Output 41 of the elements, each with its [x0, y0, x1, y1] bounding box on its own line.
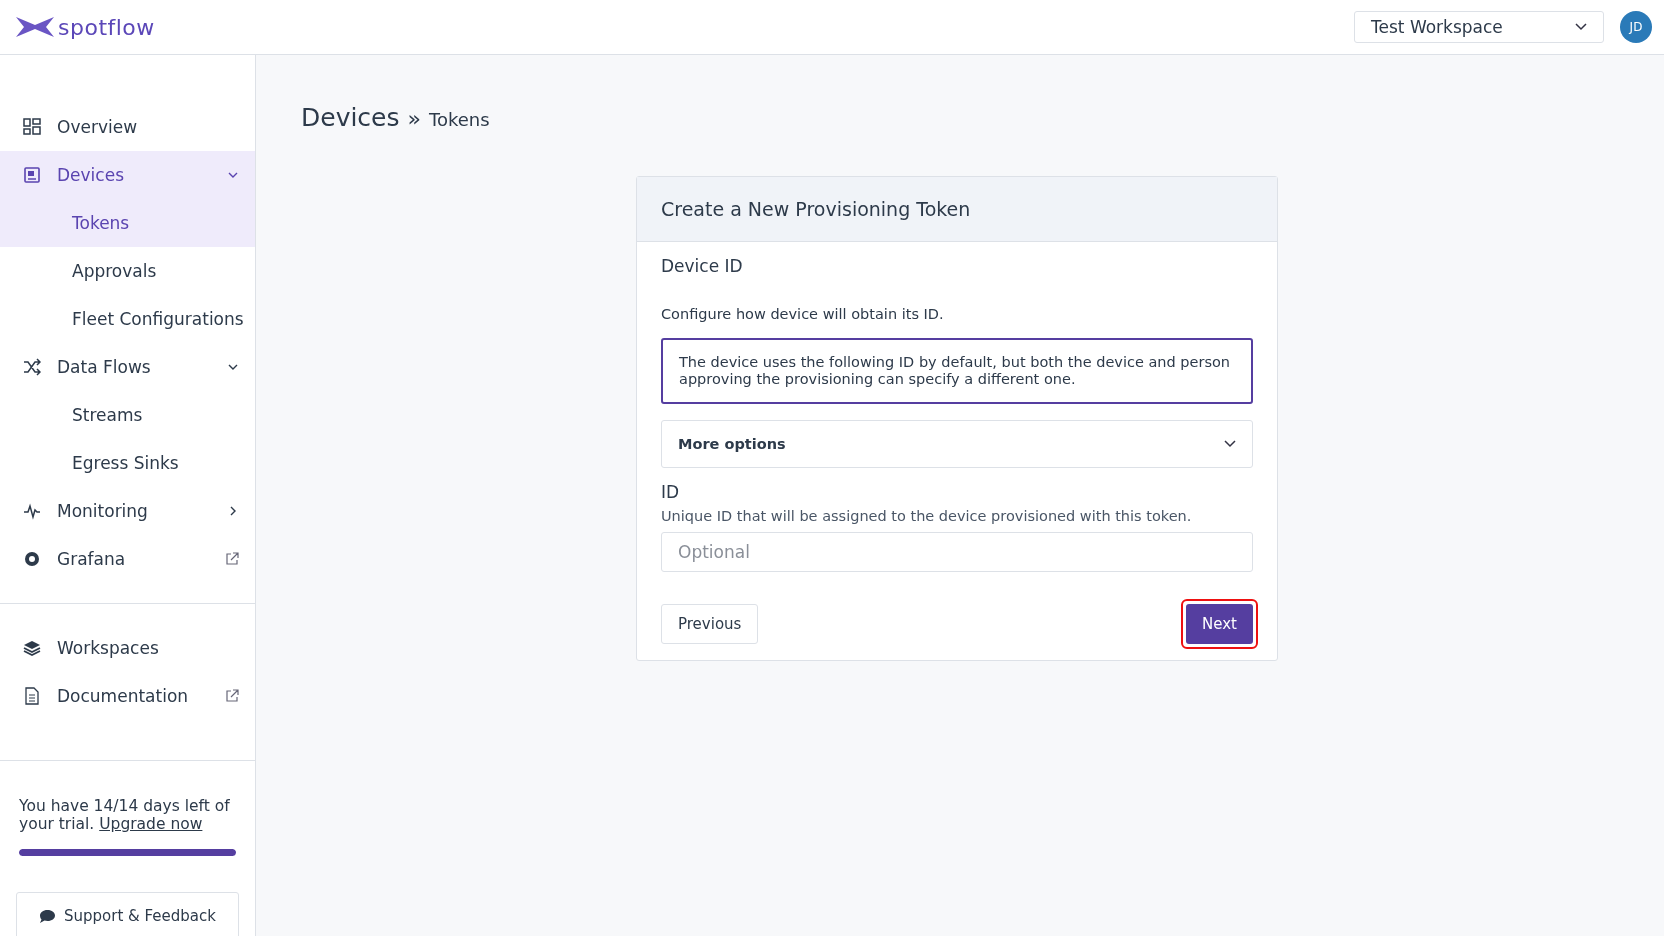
chevron-down-icon [1575, 23, 1587, 31]
nav-subitem[interactable]: Streams [0, 391, 255, 439]
nav-subitem[interactable]: Fleet Configurations [0, 295, 255, 343]
breadcrumb-link[interactable]: Devices [301, 103, 400, 132]
user-avatar[interactable]: JD [1620, 11, 1652, 43]
nav-subitem[interactable]: Approvals [0, 247, 255, 295]
info-message: The device uses the following ID by default, but both the device and person approving the provisioning can specify a different one. [661, 338, 1253, 404]
nav-item[interactable]: Overview [0, 103, 255, 151]
section-description: Configure how device will obtain its ID. [661, 306, 945, 322]
field-help: Unique ID that will be assigned to the device provisioned with this token. [661, 508, 1193, 524]
support-button[interactable]: Support & Feedback [16, 892, 239, 936]
breadcrumb-separator: » [407, 106, 421, 131]
card-title: Create a New Provisioning Token [661, 198, 971, 220]
workspace-dropdown[interactable]: Test Workspace [1354, 11, 1604, 43]
nav-item[interactable]: Grafana [0, 535, 255, 583]
nav-item[interactable]: Devices [0, 151, 255, 199]
breadcrumb-current: Tokens [429, 109, 490, 130]
previous-button[interactable]: Previous [661, 604, 759, 644]
layers-icon [23, 639, 41, 657]
nav-item[interactable]: Documentation [0, 672, 255, 720]
nav-item[interactable]: Workspaces [0, 624, 255, 672]
chevron-down-icon [1224, 440, 1236, 448]
more-options-toggle[interactable]: More options [661, 420, 1253, 468]
logo-icon [16, 17, 54, 37]
next-button[interactable]: Next [1186, 604, 1253, 644]
nav-subitem[interactable]: Egress Sinks [0, 439, 255, 487]
grid-icon [23, 118, 41, 136]
nav-subitem[interactable]: Tokens [0, 199, 255, 247]
nav-item[interactable]: Monitoring [0, 487, 255, 535]
nav-item[interactable]: Data Flows [0, 343, 255, 391]
section-title: Device ID [661, 256, 744, 276]
trial-message: You have 14/14 days left of your trial. Upgrade now [19, 797, 231, 833]
shuffle-icon [23, 358, 41, 376]
field-label: ID [661, 482, 681, 502]
chat-bubble-icon [39, 908, 56, 924]
logo-text: spotflow [58, 14, 155, 40]
upgrade-link[interactable]: Upgrade now [99, 815, 203, 833]
document-icon [23, 687, 41, 705]
pulse-icon [23, 502, 41, 520]
chip-icon [23, 166, 41, 184]
id-input-field[interactable]: Optional [661, 532, 1253, 572]
